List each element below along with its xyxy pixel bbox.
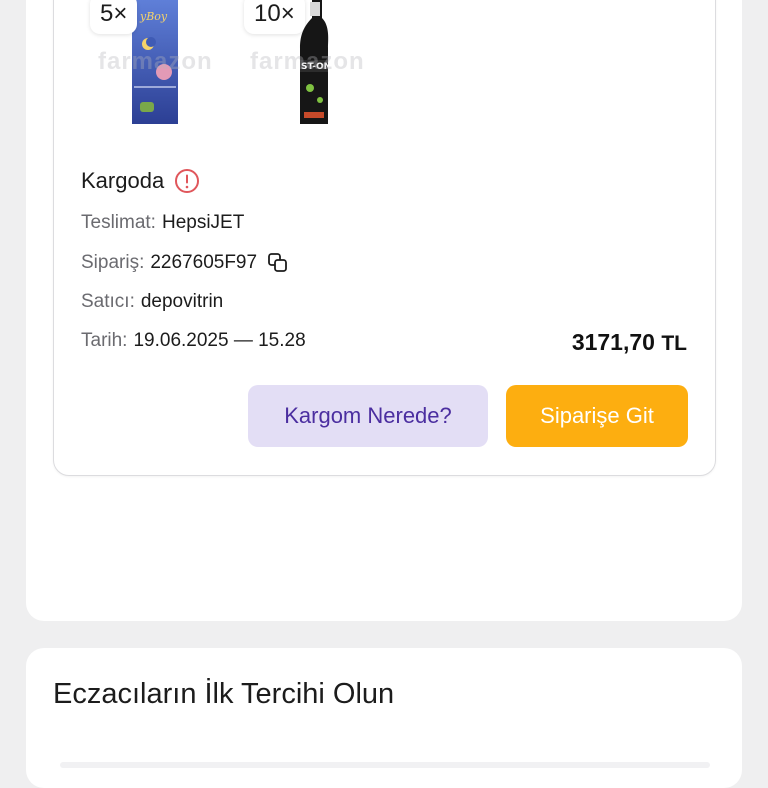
order-number: 2267605F97 xyxy=(150,252,258,273)
go-to-order-button[interactable]: Siparişe Git xyxy=(506,385,688,447)
svg-text:yBoy: yBoy xyxy=(139,10,168,23)
order-status: Kargoda xyxy=(81,168,200,194)
section-title: Eczacıların İlk Tercihi Olun xyxy=(53,678,395,710)
watermark: farmazon xyxy=(250,48,365,75)
seller-value: depovitrin xyxy=(140,291,224,312)
quantity-badge: 10× xyxy=(244,0,305,34)
delivery-value: HepsiJET xyxy=(161,212,245,233)
content-placeholder xyxy=(60,762,710,768)
date-value: 19.06.2025 — 15.28 xyxy=(133,330,306,351)
price-currency: TL xyxy=(661,332,687,355)
product-item[interactable]: yBoy 5× farmazon xyxy=(90,0,216,130)
watermark: farmazon xyxy=(98,48,213,75)
price-amount: 3171,70 xyxy=(571,329,655,355)
product-item[interactable]: ST-ON 10× farmazon xyxy=(244,0,370,130)
delivery-row: Teslimat: HepsiJET xyxy=(81,212,244,234)
seller-row: Satıcı: depovitrin xyxy=(81,291,223,313)
order-total: 3171,70 TL xyxy=(572,329,687,356)
date-row: Tarih: 19.06.2025 — 15.28 xyxy=(81,330,306,352)
delivery-label: Teslimat: xyxy=(81,212,156,233)
copy-icon[interactable] xyxy=(267,252,289,274)
alert-icon[interactable] xyxy=(174,168,200,194)
quantity-badge: 5× xyxy=(90,0,138,34)
track-shipment-button[interactable]: Kargom Nerede? xyxy=(248,385,488,447)
status-label: Kargoda xyxy=(81,168,165,193)
seller-label: Satıcı: xyxy=(81,291,135,312)
order-number-row: Sipariş: 2267605F97 xyxy=(81,252,289,274)
date-label: Tarih: xyxy=(81,330,128,351)
order-label: Sipariş: xyxy=(81,252,145,273)
